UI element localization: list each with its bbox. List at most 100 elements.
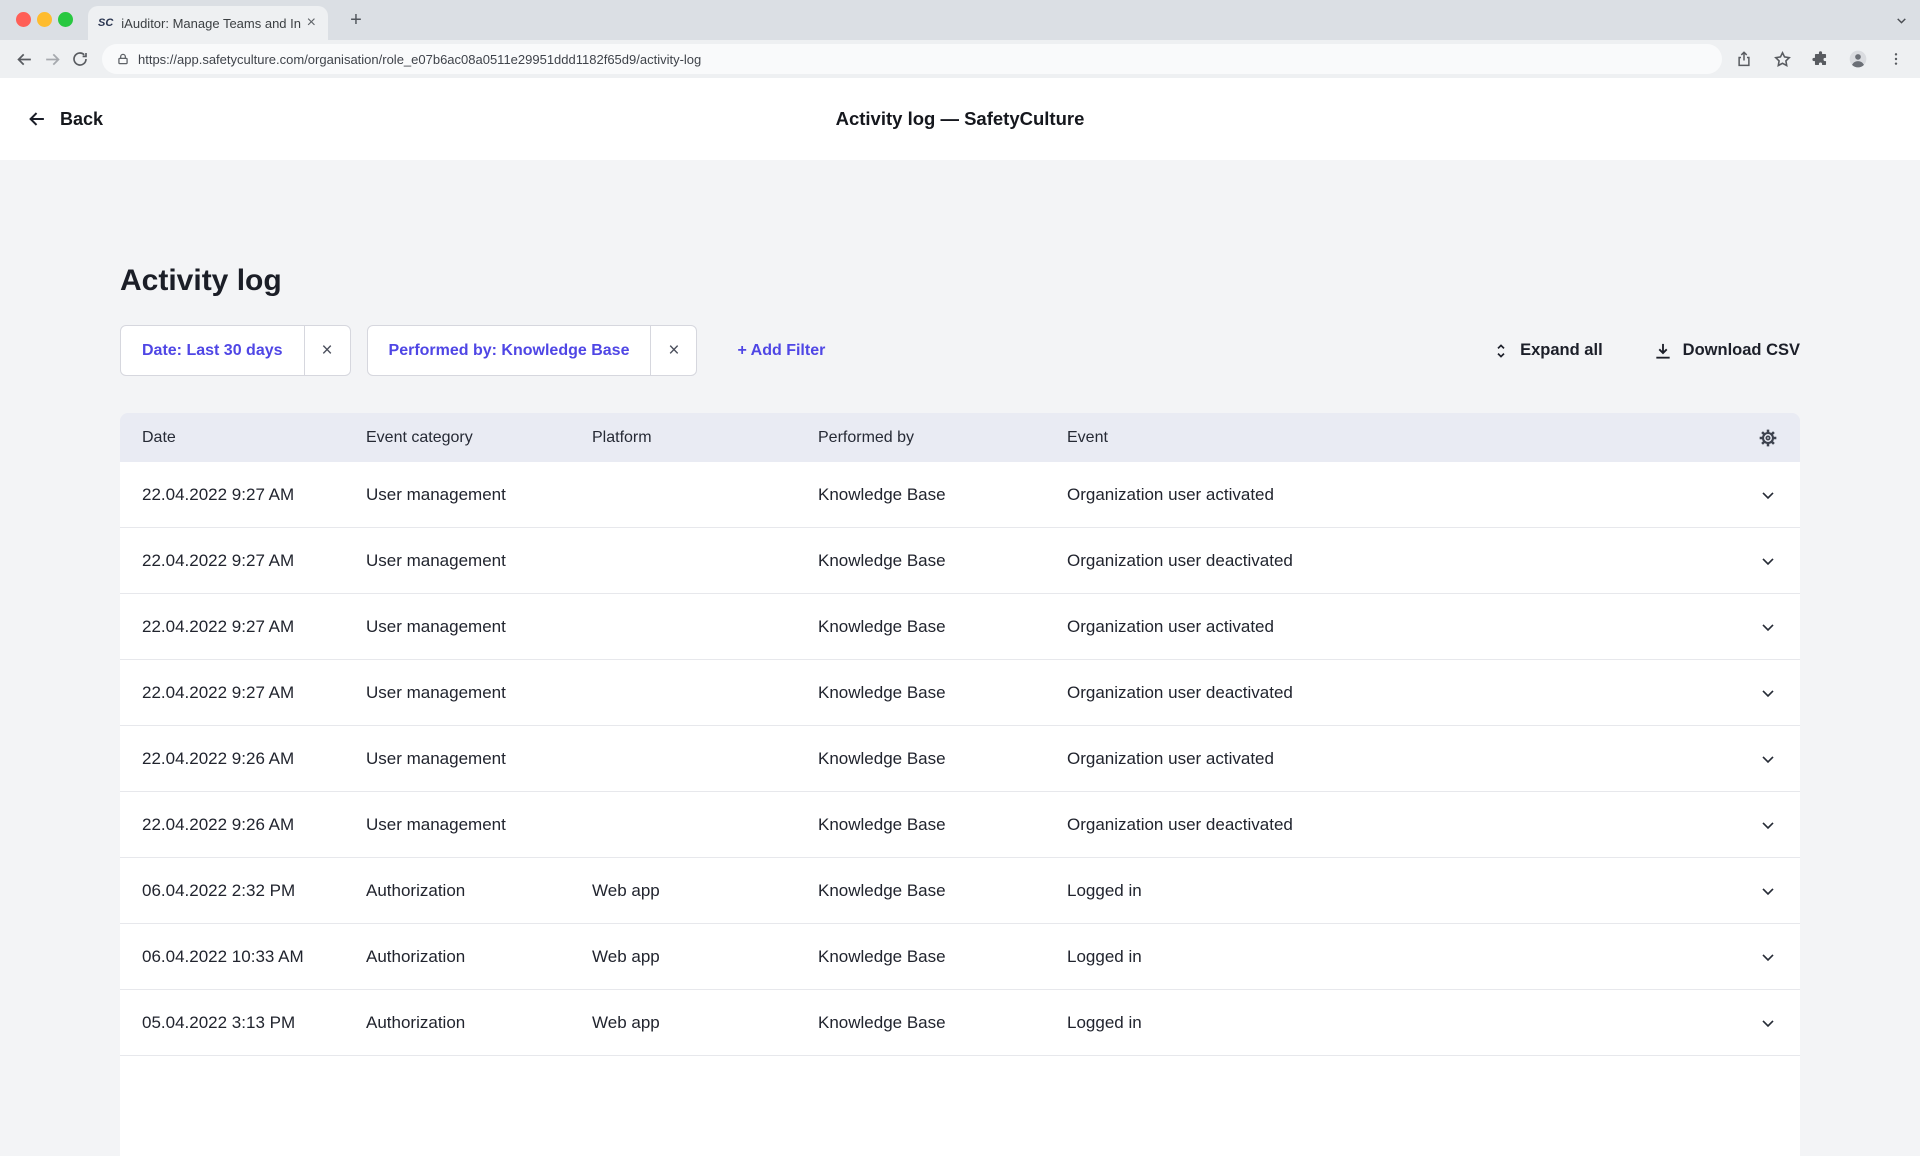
add-filter-button[interactable]: + Add Filter bbox=[737, 342, 825, 360]
row-expand-button[interactable] bbox=[1736, 881, 1800, 901]
macos-traffic-lights bbox=[16, 12, 73, 27]
cell-date: 06.04.2022 2:32 PM bbox=[142, 880, 296, 900]
cell-event: Organization user deactivated bbox=[1067, 814, 1293, 834]
chevron-down-icon bbox=[1762, 689, 1774, 697]
browser-reload-icon[interactable] bbox=[66, 45, 94, 73]
tab-close-icon[interactable]: × bbox=[305, 15, 318, 31]
table-row[interactable]: 22.04.2022 9:26 AM User management Knowl… bbox=[120, 792, 1800, 858]
new-tab-button[interactable]: + bbox=[344, 8, 368, 32]
cell-platform: Web app bbox=[592, 880, 660, 900]
filter-chip-date[interactable]: Date: Last 30 days × bbox=[120, 325, 351, 376]
chevron-down-icon bbox=[1762, 755, 1774, 763]
cell-date: 22.04.2022 9:27 AM bbox=[142, 550, 295, 570]
cell-event-category: User management bbox=[366, 616, 506, 636]
table-header-row: Date Event category Platform Performed b… bbox=[120, 413, 1800, 462]
toolbar-right-icons bbox=[1730, 45, 1910, 73]
share-icon[interactable] bbox=[1730, 45, 1758, 73]
cell-event: Logged in bbox=[1067, 880, 1142, 900]
chevron-down-icon bbox=[1762, 821, 1774, 829]
filter-chip-label[interactable]: Performed by: Knowledge Base bbox=[368, 326, 651, 375]
table-row[interactable]: 22.04.2022 9:27 AM User management Knowl… bbox=[120, 594, 1800, 660]
column-header-platform: Platform bbox=[592, 428, 652, 446]
cell-date: 22.04.2022 9:27 AM bbox=[142, 682, 295, 702]
back-label: Back bbox=[60, 108, 104, 129]
safetyculture-favicon-icon: SC bbox=[98, 17, 114, 29]
cell-event-category: Authorization bbox=[366, 946, 466, 966]
minimize-window-button[interactable] bbox=[37, 12, 52, 27]
profile-avatar[interactable] bbox=[1844, 45, 1872, 73]
expand-all-button[interactable]: Expand all bbox=[1492, 341, 1603, 360]
url-text: https://app.safetyculture.com/organisati… bbox=[138, 51, 702, 67]
cell-event-category: User management bbox=[366, 814, 506, 834]
row-expand-button[interactable] bbox=[1736, 1013, 1800, 1033]
chevron-down-icon bbox=[1762, 953, 1774, 961]
cell-event: Organization user deactivated bbox=[1067, 550, 1293, 570]
table-row[interactable]: 22.04.2022 9:27 AM User management Knowl… bbox=[120, 660, 1800, 726]
cell-event: Organization user activated bbox=[1067, 484, 1274, 504]
gear-icon bbox=[1759, 429, 1777, 446]
back-button[interactable]: Back bbox=[26, 108, 103, 130]
cell-performed-by: Knowledge Base bbox=[818, 550, 946, 570]
table-row[interactable]: 22.04.2022 9:27 AM User management Knowl… bbox=[120, 528, 1800, 594]
browser-tab[interactable]: SC iAuditor: Manage Teams and In × bbox=[88, 6, 328, 40]
cell-event: Organization user deactivated bbox=[1067, 682, 1293, 702]
unfold-icon bbox=[1497, 343, 1505, 358]
filter-chip-label[interactable]: Date: Last 30 days bbox=[121, 326, 304, 375]
cell-event-category: User management bbox=[366, 682, 506, 702]
download-csv-button[interactable]: Download CSV bbox=[1653, 341, 1800, 361]
column-header-date: Date bbox=[142, 428, 176, 446]
row-expand-button[interactable] bbox=[1736, 947, 1800, 967]
bookmark-star-icon[interactable] bbox=[1768, 45, 1796, 73]
page-title: Activity log bbox=[120, 264, 282, 297]
table-row[interactable]: 06.04.2022 10:33 AM Authorization Web ap… bbox=[120, 924, 1800, 990]
main-content: Activity log Date: Last 30 days × Perfor… bbox=[0, 160, 1920, 1156]
chevron-down-icon bbox=[1762, 557, 1774, 565]
table-row-partial bbox=[120, 1056, 1800, 1156]
cell-performed-by: Knowledge Base bbox=[818, 682, 946, 702]
row-expand-button[interactable] bbox=[1736, 617, 1800, 637]
cell-platform: Web app bbox=[592, 1012, 660, 1032]
table-row[interactable]: 22.04.2022 9:26 AM User management Knowl… bbox=[120, 726, 1800, 792]
table-row[interactable]: 06.04.2022 2:32 PM Authorization Web app… bbox=[120, 858, 1800, 924]
expand-all-label: Expand all bbox=[1520, 341, 1603, 359]
row-expand-button[interactable] bbox=[1736, 749, 1800, 769]
table-controls: Expand all Download CSV bbox=[1492, 341, 1800, 361]
column-header-event-category: Event category bbox=[366, 428, 473, 446]
cell-date: 22.04.2022 9:27 AM bbox=[142, 616, 295, 636]
row-expand-button[interactable] bbox=[1736, 683, 1800, 703]
chevron-down-icon bbox=[1762, 623, 1774, 631]
table-row[interactable]: 22.04.2022 9:27 AM User management Knowl… bbox=[120, 462, 1800, 528]
cell-event-category: Authorization bbox=[366, 1012, 466, 1032]
cell-performed-by: Knowledge Base bbox=[818, 814, 946, 834]
filter-chip-close-icon[interactable]: × bbox=[650, 326, 696, 375]
back-arrow-icon bbox=[29, 112, 44, 126]
cell-platform: Web app bbox=[592, 946, 660, 966]
row-expand-button[interactable] bbox=[1736, 551, 1800, 571]
browser-menu-kebab-icon[interactable] bbox=[1882, 45, 1910, 73]
app-header: Back Activity log — SafetyCulture bbox=[0, 78, 1920, 160]
cell-performed-by: Knowledge Base bbox=[818, 1012, 946, 1032]
filter-chip-performed-by[interactable]: Performed by: Knowledge Base × bbox=[366, 325, 698, 376]
cell-performed-by: Knowledge Base bbox=[818, 748, 946, 768]
tab-search-chevron-icon[interactable] bbox=[1895, 14, 1908, 32]
fullscreen-window-button[interactable] bbox=[58, 12, 73, 27]
download-icon bbox=[1655, 343, 1670, 359]
extensions-puzzle-icon[interactable] bbox=[1806, 45, 1834, 73]
row-expand-button[interactable] bbox=[1736, 815, 1800, 835]
filter-bar: Date: Last 30 days × Performed by: Knowl… bbox=[120, 325, 1800, 376]
cell-event: Organization user activated bbox=[1067, 616, 1274, 636]
cell-event-category: User management bbox=[366, 748, 506, 768]
browser-back-icon[interactable] bbox=[10, 45, 38, 73]
address-bar[interactable]: https://app.safetyculture.com/organisati… bbox=[102, 44, 1722, 74]
table-row[interactable]: 05.04.2022 3:13 PM Authorization Web app… bbox=[120, 990, 1800, 1056]
browser-forward-icon[interactable] bbox=[38, 45, 66, 73]
cell-event: Logged in bbox=[1067, 946, 1142, 966]
window-page-title: Activity log — SafetyCulture bbox=[835, 108, 1085, 129]
column-header-event: Event bbox=[1067, 428, 1108, 446]
lock-icon bbox=[118, 53, 128, 65]
close-window-button[interactable] bbox=[16, 12, 31, 27]
row-expand-button[interactable] bbox=[1736, 485, 1800, 505]
filter-chip-close-icon[interactable]: × bbox=[303, 326, 350, 375]
column-settings-button[interactable] bbox=[1736, 428, 1800, 448]
chevron-down-icon bbox=[1762, 887, 1774, 895]
